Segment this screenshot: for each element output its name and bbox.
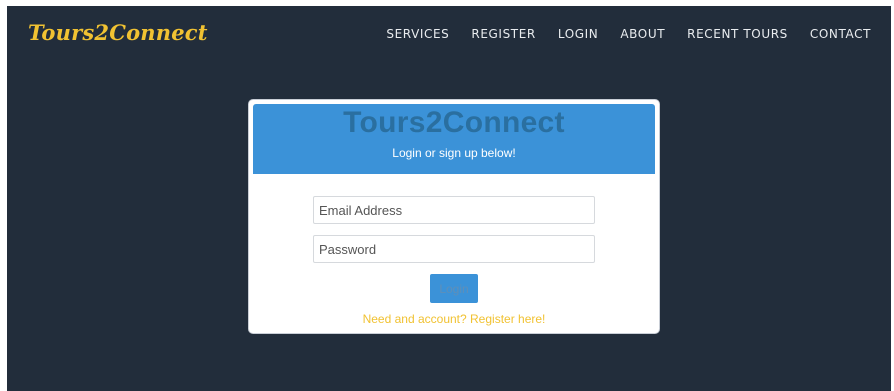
password-field[interactable]: [313, 235, 595, 263]
register-link[interactable]: Need and account? Register here!: [249, 312, 659, 326]
login-card-subtitle: Login or sign up below!: [392, 146, 516, 160]
nav-about[interactable]: ABOUT: [620, 27, 665, 41]
nav-contact[interactable]: CONTACT: [810, 27, 871, 41]
top-nav: SERVICES REGISTER LOGIN ABOUT RECENT TOU…: [386, 27, 871, 41]
nav-login[interactable]: LOGIN: [558, 27, 599, 41]
login-card-title: Tours2Connect: [343, 106, 565, 139]
brand-logo[interactable]: Tours2Connect: [28, 20, 208, 45]
nav-recent-tours[interactable]: RECENT TOURS: [687, 27, 788, 41]
login-card: Tours2Connect Login or sign up below! Lo…: [249, 100, 659, 333]
nav-services[interactable]: SERVICES: [386, 27, 449, 41]
page-frame: Tours2Connect SERVICES REGISTER LOGIN AB…: [7, 6, 891, 391]
nav-register[interactable]: REGISTER: [471, 27, 535, 41]
login-card-header: Tours2Connect Login or sign up below!: [253, 104, 655, 174]
login-button[interactable]: Login: [430, 274, 478, 303]
email-field[interactable]: [313, 196, 595, 224]
